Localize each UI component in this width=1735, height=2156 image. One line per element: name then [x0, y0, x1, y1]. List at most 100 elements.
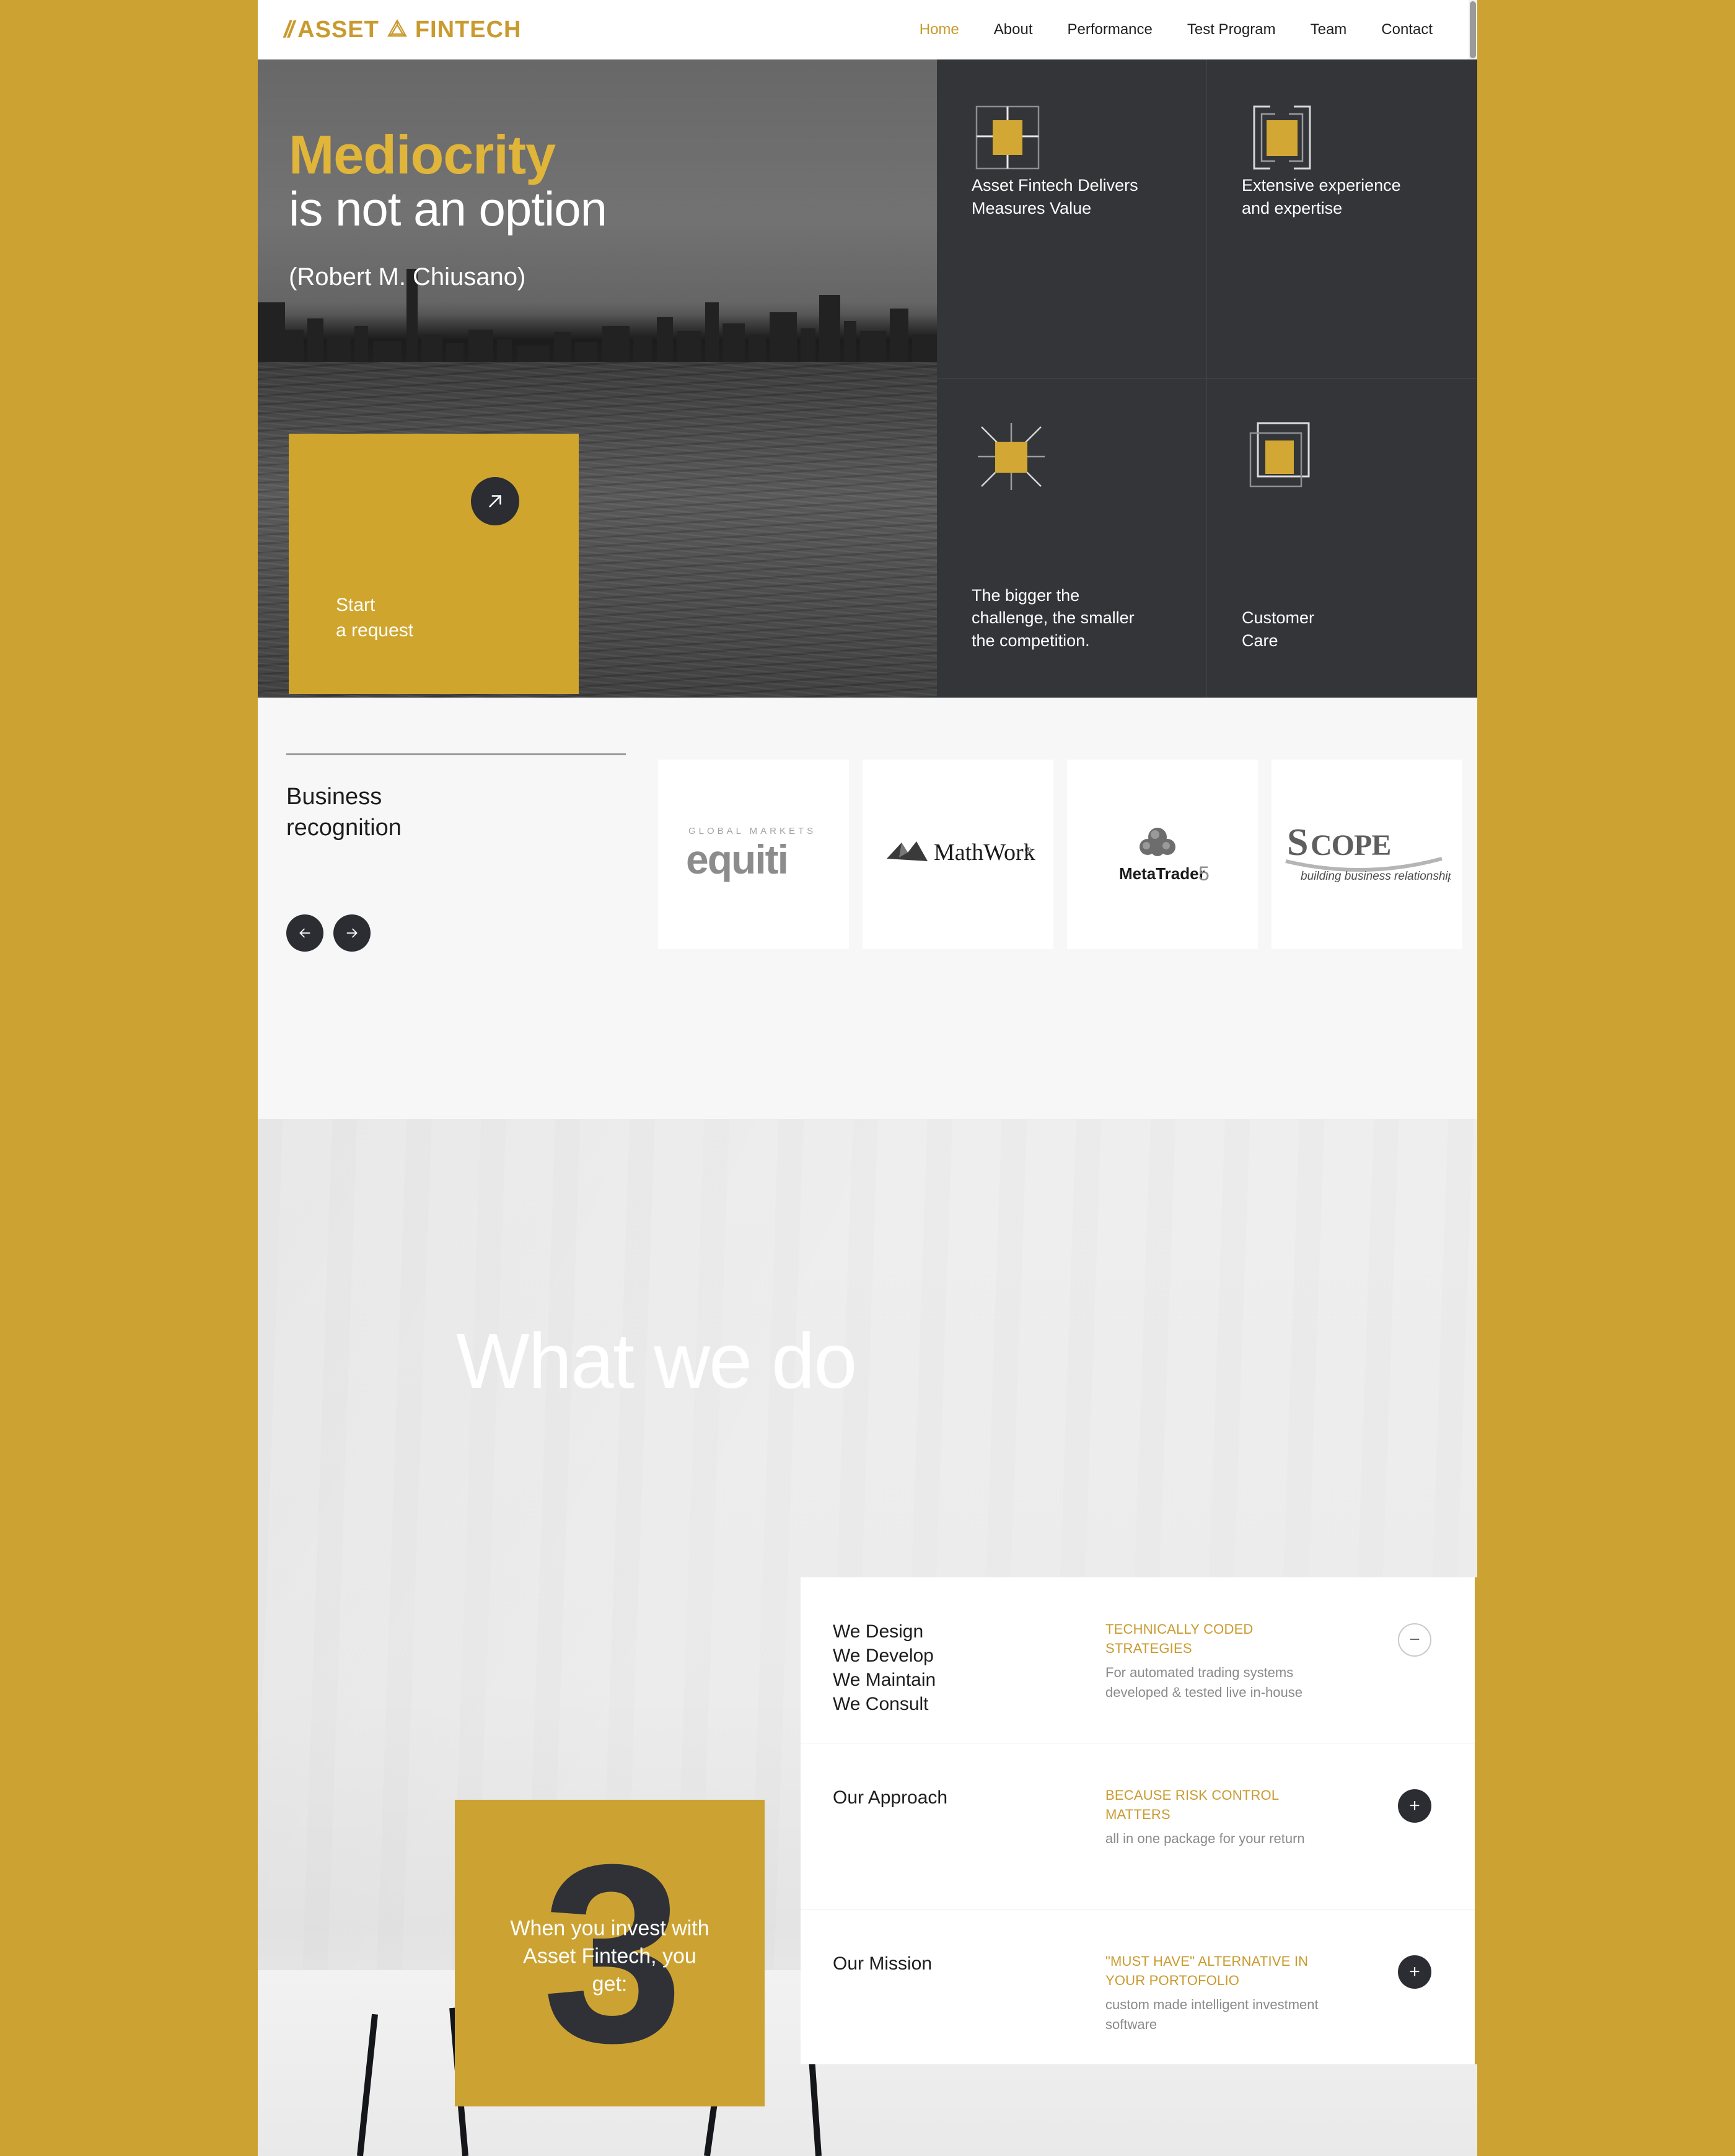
accordion-expand-button[interactable]: +	[1398, 1955, 1431, 1989]
svg-text:building business relationship: building business relationships	[1301, 870, 1451, 883]
accordion-kicker: TECHNICALLY CODED STRATEGIES	[1105, 1619, 1397, 1658]
partner-logo-card[interactable]: MetaTrader 5	[1067, 760, 1258, 949]
start-request-card[interactable]: Start a request	[289, 434, 579, 694]
feature-tile-challenge[interactable]: The bigger the challenge, the smaller th…	[937, 379, 1207, 698]
recognition-title: Business recognition	[286, 781, 658, 843]
benefits-label-line-1: When you invest with	[510, 1916, 709, 1940]
accordion-label-line-2: We Develop	[833, 1645, 934, 1666]
accordion-label-line-4: We Consult	[833, 1694, 929, 1714]
logo-text-left: ASSET	[297, 16, 379, 43]
hero-headline-rest: is not an option	[289, 182, 607, 236]
carousel-next-button[interactable]	[333, 914, 371, 952]
accordion-subtext: all in one package for your return	[1105, 1829, 1397, 1848]
accordion-description: TECHNICALLY CODED STRATEGIES For automat…	[1105, 1619, 1397, 1702]
accordion-kicker-line-2: MATTERS	[1105, 1807, 1171, 1823]
arrow-up-right-icon[interactable]	[471, 477, 519, 525]
accordion-label-line-1: Our Approach	[833, 1787, 948, 1808]
svg-text:GLOBAL MARKETS: GLOBAL MARKETS	[688, 826, 816, 836]
benefits-label-line-3: get:	[592, 1972, 628, 1996]
carousel-controls	[286, 914, 371, 952]
accordion-subtext: custom made intelligent investment softw…	[1105, 1995, 1397, 2033]
burst-square-icon	[972, 417, 1052, 497]
scope-logo: S COPE building business relationships	[1285, 822, 1451, 883]
svg-text:S: S	[1287, 822, 1307, 864]
benefits-count-label: When you invest with Asset Fintech, you …	[455, 1914, 765, 1999]
accordion-kicker-line-1: TECHNICALLY CODED	[1105, 1621, 1254, 1637]
recognition-title-line-1: Business	[286, 784, 382, 810]
accordion-sub-line-1: all in one package for your return	[1105, 1831, 1305, 1847]
nav-item-test-program[interactable]: Test Program	[1187, 21, 1276, 38]
accordion-description: "MUST HAVE" ALTERNATIVE IN YOUR PORTOFOL…	[1105, 1952, 1397, 2034]
accordion-label: Our Approach	[833, 1786, 1105, 1810]
hero-headline-accent: Mediocrity	[289, 124, 556, 185]
bracket-frame-icon	[1242, 98, 1322, 178]
site-header: // ASSET FINTECH Home About Performance …	[258, 0, 1477, 59]
feature-tile-experience[interactable]: Extensive experience and expertise	[1207, 59, 1477, 379]
tile-title-line-1: The bigger the	[972, 585, 1080, 605]
svg-text:5: 5	[1198, 862, 1210, 885]
nav-item-about[interactable]: About	[994, 21, 1033, 38]
hero-quote-author: (Robert M. Chiusano)	[289, 263, 526, 291]
partner-logo-card[interactable]: MathWorks ®	[863, 760, 1053, 949]
layered-frames-icon	[1242, 417, 1322, 497]
tile-title-line-2: Care	[1242, 631, 1278, 650]
svg-text:®: ®	[1025, 845, 1031, 854]
accordion-label: We Design We Develop We Maintain We Cons…	[833, 1619, 1105, 1716]
nav-item-team[interactable]: Team	[1311, 21, 1347, 38]
tile-title-line-1: Extensive experience	[1242, 176, 1401, 195]
recognition-left-column: Business recognition	[286, 753, 658, 1119]
services-accordion: We Design We Develop We Maintain We Cons…	[801, 1577, 1477, 2064]
svg-text:MathWorks: MathWorks	[934, 839, 1035, 865]
accordion-label-line-1: Our Mission	[833, 1953, 933, 1974]
partner-logo-card[interactable]: GLOBAL MARKETS equiti	[658, 760, 849, 949]
accordion-expand-button[interactable]: +	[1398, 1789, 1431, 1823]
accordion-sub-line-1: For automated trading systems	[1105, 1665, 1294, 1681]
nav-item-contact[interactable]: Contact	[1381, 21, 1433, 38]
accordion-collapse-button[interactable]: −	[1398, 1623, 1431, 1657]
benefits-count-card: 3 When you invest with Asset Fintech, yo…	[455, 1800, 765, 2106]
hero-section: Mediocrity is not an option (Robert M. C…	[258, 59, 1477, 698]
nav-item-home[interactable]: Home	[920, 21, 959, 38]
logo-slashes-icon: //	[284, 16, 294, 43]
tile-title-line-2: challenge, the smaller	[972, 608, 1135, 628]
carousel-prev-button[interactable]	[286, 914, 323, 952]
accordion-row-design[interactable]: We Design We Develop We Maintain We Cons…	[801, 1577, 1475, 1743]
accordion-sub-line-1: custom made intelligent investment	[1105, 1997, 1319, 2013]
business-recognition-section: Business recognition GLOBAL MARKETS equi…	[258, 698, 1477, 1119]
feature-tile-customer-care[interactable]: Customer Care	[1207, 379, 1477, 698]
triangle-knot-icon	[385, 17, 410, 42]
partner-logo-card[interactable]: S COPE building business relationships	[1272, 760, 1462, 949]
accordion-kicker: "MUST HAVE" ALTERNATIVE IN YOUR PORTOFOL…	[1105, 1952, 1397, 1990]
svg-text:MetaTrader: MetaTrader	[1119, 864, 1205, 883]
accordion-kicker-line-1: "MUST HAVE" ALTERNATIVE IN	[1105, 1953, 1309, 1969]
logo-text-right: FINTECH	[415, 16, 522, 43]
hero-image-panel: Mediocrity is not an option (Robert M. C…	[258, 59, 937, 698]
tile-title-line-2: and expertise	[1242, 198, 1343, 217]
svg-text:COPE: COPE	[1311, 829, 1390, 862]
accordion-row-mission[interactable]: Our Mission "MUST HAVE" ALTERNATIVE IN Y…	[801, 1909, 1475, 2064]
nav-item-performance[interactable]: Performance	[1067, 21, 1152, 38]
feature-tile-delivers[interactable]: Asset Fintech Delivers Measures Value	[937, 59, 1207, 379]
accordion-sub-line-2: software	[1105, 2016, 1157, 2032]
start-request-label: Start a request	[336, 593, 413, 643]
feature-tile-title: Customer Care	[1242, 607, 1469, 652]
website-page: // ASSET FINTECH Home About Performance …	[258, 0, 1477, 2156]
hero-feature-tiles: Asset Fintech Delivers Measures Value Ex…	[937, 59, 1477, 698]
tile-title-line-2: Measures Value	[972, 198, 1092, 217]
accordion-row-approach[interactable]: Our Approach BECAUSE RISK CONTROL MATTER…	[801, 1743, 1475, 1909]
logo-wordmark: // ASSET FINTECH	[284, 17, 521, 43]
accordion-label-line-3: We Maintain	[833, 1670, 936, 1690]
recognition-title-line-2: recognition	[286, 815, 402, 841]
partner-logo-carousel: GLOBAL MARKETS equiti MathWorks ® MetaTr…	[658, 753, 1462, 1119]
tile-title-line-1: Customer	[1242, 608, 1315, 628]
brand-logo[interactable]: // ASSET FINTECH	[284, 17, 521, 43]
svg-text:equiti: equiti	[686, 836, 788, 882]
crosshair-square-icon	[972, 98, 1052, 178]
accordion-kicker-line-2: YOUR PORTOFOLIO	[1105, 1973, 1240, 1989]
accordion-kicker: BECAUSE RISK CONTROL MATTERS	[1105, 1786, 1397, 1824]
page-scrollbar[interactable]	[1469, 0, 1477, 59]
accordion-subtext: For automated trading systems developed …	[1105, 1663, 1397, 1701]
accordion-label-line-1: We Design	[833, 1621, 924, 1642]
benefits-label-line-2: Asset Fintech, you	[523, 1944, 696, 1968]
what-we-do-title: What we do	[456, 1317, 857, 1404]
